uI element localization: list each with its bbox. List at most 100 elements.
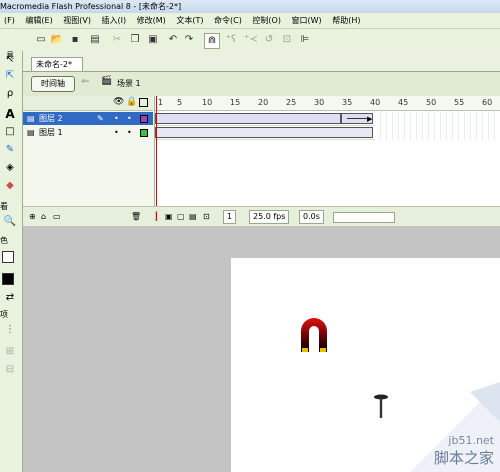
menu-commands[interactable]: 命令(C) (210, 16, 246, 25)
frame-rate-field[interactable]: 25.0 fps (249, 210, 290, 224)
document-window: 未命名-2* 时间轴 ⇐ 🎬 场景 1 👁 🔒 ▤ 图层 2 ✎ • • ▤ 图… (23, 51, 500, 227)
tween-arrowhead: ▶ (367, 115, 373, 123)
arrow-tool-icon[interactable]: ↖ (2, 53, 18, 67)
options-section-label: 项 (0, 310, 8, 319)
undo-icon[interactable]: ↶ (166, 33, 180, 47)
stage[interactable]: jb51.net 脚本之家 (231, 258, 500, 472)
empty-frames[interactable] (375, 112, 500, 140)
snap-magnet-icon[interactable]: ⋒ (204, 33, 220, 49)
edit-multiple-icon[interactable]: ▤ (189, 207, 197, 227)
save-icon[interactable]: ▪ (68, 33, 82, 47)
lock-dot[interactable]: • (127, 112, 132, 125)
tick-label: 30 (314, 98, 325, 107)
smooth-option-icon[interactable]: ⊞ (2, 345, 18, 359)
tick-label: 10 (202, 98, 213, 107)
layer-name[interactable]: 图层 2 (39, 112, 63, 125)
main-toolbar: ▭ 📂 ▪ ▤ ✂ ❐ ▣ ↶ ↷ ⋒ ⁺ʕ ⁺≺ ↺ ⊡ ⊫ (0, 29, 500, 52)
add-folder-icon[interactable]: ▭ (53, 207, 61, 227)
subselect-tool-icon[interactable]: ⇱ (2, 69, 18, 83)
visibility-dot[interactable]: • (114, 112, 119, 125)
colors-section-label: 色 (0, 236, 8, 245)
lock-icon[interactable]: 🔒 (126, 97, 137, 107)
menu-view[interactable]: 视图(V) (59, 16, 95, 25)
static-frame-span[interactable] (155, 127, 373, 138)
timeline-toggle-button[interactable]: 时间轴 (31, 76, 75, 92)
swap-colors-icon[interactable]: ⇄ (2, 291, 18, 305)
print-icon[interactable]: ▤ (88, 33, 102, 47)
view-section-label: 看 (0, 202, 8, 211)
timeline-panel: 👁 🔒 ▤ 图层 2 ✎ • • ▤ 图层 1 • • 1 5 10 15 20… (23, 96, 500, 227)
eraser-tool-icon[interactable]: ◆ (2, 179, 18, 193)
new-file-icon[interactable]: ▭ (34, 33, 48, 47)
onion-skin-icon[interactable]: ▣ (165, 207, 173, 227)
layer-row-2[interactable]: ▤ 图层 2 ✎ • • (23, 112, 153, 125)
layer-row-1[interactable]: ▤ 图层 1 • • (23, 126, 153, 139)
menu-help[interactable]: 帮助(H) (328, 16, 364, 25)
add-layer-icon[interactable]: ⊕ (29, 207, 36, 227)
frames-area[interactable]: 1 5 10 15 20 25 30 35 40 45 50 55 60 ▶ (154, 96, 500, 206)
document-tab[interactable]: 未命名-2* (31, 57, 83, 71)
paste-icon[interactable]: ▣ (146, 33, 160, 47)
rectangle-tool-icon[interactable]: □ (2, 125, 18, 139)
layer-color-swatch[interactable] (140, 129, 148, 137)
frame-ruler[interactable]: 1 5 10 15 20 25 30 35 40 45 50 55 60 (155, 96, 500, 111)
cut-icon[interactable]: ✂ (110, 33, 124, 47)
tick-label: 1 (158, 98, 164, 107)
menu-text[interactable]: 文本(T) (172, 16, 207, 25)
menu-edit[interactable]: 编辑(E) (21, 16, 56, 25)
onion-outline-icon[interactable]: ▢ (177, 207, 185, 227)
watermark-brand: 脚本之家 (433, 449, 494, 467)
nail-graphic[interactable] (373, 394, 389, 420)
onion-markers-icon[interactable]: ⊡ (203, 207, 210, 227)
delete-layer-icon[interactable]: 🗑 (131, 207, 141, 227)
watermark: jb51.net 脚本之家 (434, 434, 494, 468)
timeline-scrollbar[interactable] (333, 212, 395, 223)
rotate-icon[interactable]: ↺ (262, 33, 276, 47)
stroke-color-swatch[interactable] (2, 251, 14, 263)
window-title: Macromedia Flash Professional 8 - [未命名-2… (0, 2, 182, 11)
back-arrow-icon[interactable]: ⇐ (81, 76, 89, 87)
menu-control[interactable]: 控制(O) (248, 16, 285, 25)
pasteboard: jb51.net 脚本之家 (23, 226, 500, 472)
menu-modify[interactable]: 修改(M) (133, 16, 170, 25)
playhead[interactable] (156, 96, 157, 206)
copy-icon[interactable]: ❐ (128, 33, 142, 47)
center-frame-icon[interactable]: ┃ (154, 207, 159, 227)
menu-file[interactable]: (F) (0, 16, 19, 25)
tick-label: 5 (177, 98, 183, 107)
fill-color-swatch[interactable] (2, 273, 14, 285)
window-title-bar: Macromedia Flash Professional 8 - [未命名-2… (0, 0, 500, 13)
lock-dot[interactable]: • (127, 126, 132, 139)
magnet-graphic[interactable] (299, 316, 329, 356)
menu-bar: (F) 编辑(E) 视图(V) 插入(I) 修改(M) 文本(T) 命令(C) … (0, 13, 500, 29)
pencil-tool-icon[interactable]: ✎ (2, 143, 18, 157)
tick-label: 20 (258, 98, 269, 107)
redo-icon[interactable]: ↷ (182, 33, 196, 47)
zoom-tool-icon[interactable]: 🔍 (2, 215, 18, 229)
straighten-option-icon[interactable]: ⊟ (2, 363, 18, 377)
visibility-dot[interactable]: • (114, 126, 119, 139)
keyframe-span[interactable] (155, 113, 341, 124)
tick-label: 40 (370, 98, 381, 107)
text-tool-icon[interactable]: A (2, 107, 18, 121)
lasso-tool-icon[interactable]: ρ (2, 87, 18, 101)
align-icon[interactable]: ⊫ (298, 33, 312, 47)
scale-icon[interactable]: ⊡ (280, 33, 294, 47)
snap-option-icon[interactable]: ⋮ (2, 323, 18, 337)
scene-label[interactable]: 场景 1 (117, 78, 141, 89)
outline-icon[interactable] (139, 98, 148, 107)
smooth-icon[interactable]: ⁺ʕ (224, 33, 238, 47)
straighten-icon[interactable]: ⁺≺ (244, 33, 258, 47)
open-folder-icon[interactable]: 📂 (50, 33, 64, 47)
eye-icon[interactable]: 👁 (113, 97, 124, 107)
add-guide-icon[interactable]: ⌂ (41, 207, 46, 227)
tick-label: 15 (230, 98, 241, 107)
scene-clapper-icon: 🎬 (101, 76, 113, 86)
menu-window[interactable]: 窗口(W) (288, 16, 326, 25)
tick-label: 25 (286, 98, 297, 107)
layer-name[interactable]: 图层 1 (39, 126, 63, 139)
menu-insert[interactable]: 插入(I) (98, 16, 131, 25)
tick-label: 50 (426, 98, 437, 107)
layer-color-swatch[interactable] (140, 115, 148, 123)
paint-bucket-tool-icon[interactable]: ◈ (2, 161, 18, 175)
